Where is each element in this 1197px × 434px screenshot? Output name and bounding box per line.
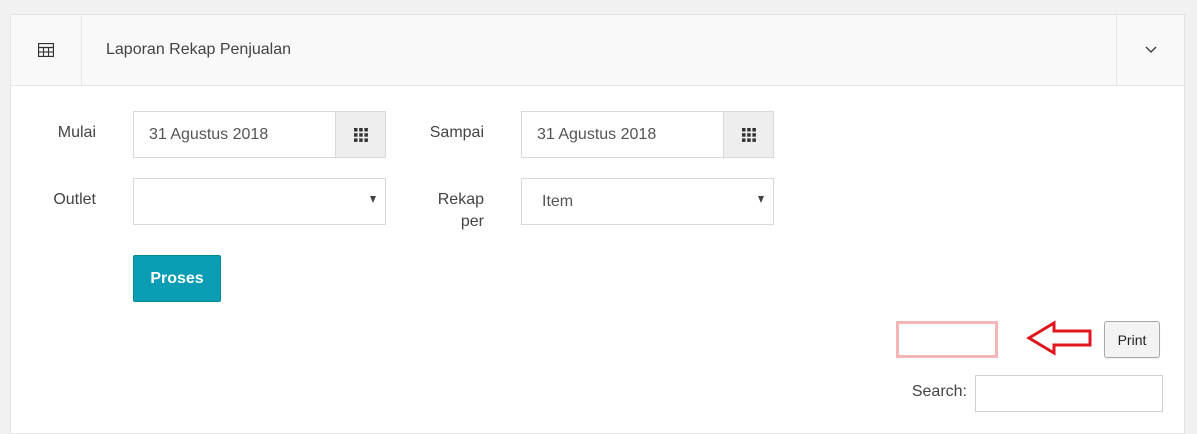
sampai-label: Sampai bbox=[429, 124, 484, 141]
proses-button[interactable]: Proses bbox=[133, 255, 221, 302]
search-input[interactable] bbox=[975, 375, 1163, 412]
table-icon bbox=[38, 43, 54, 57]
dropdown-caret-icon bbox=[758, 196, 764, 203]
highlight-box-annotation bbox=[896, 321, 998, 358]
outlet-select[interactable] bbox=[133, 178, 386, 225]
search-label: Search: bbox=[911, 383, 967, 400]
rekap-per-label-line2: per bbox=[460, 213, 484, 230]
panel-title: Laporan Rekap Penjualan bbox=[106, 41, 292, 58]
left-arrow-icon bbox=[1026, 320, 1092, 356]
mulai-calendar-button[interactable] bbox=[335, 112, 385, 157]
calendar-grid-icon[interactable] bbox=[353, 127, 368, 142]
mulai-label: Mulai bbox=[57, 124, 96, 141]
mulai-date-input[interactable]: 31 Agustus 2018 bbox=[134, 112, 335, 157]
sampai-calendar-button[interactable] bbox=[723, 112, 773, 157]
rekap-per-label: Rekap per bbox=[414, 189, 484, 233]
outlet-label: Outlet bbox=[53, 191, 96, 208]
panel-header: Laporan Rekap Penjualan bbox=[11, 15, 1184, 86]
sampai-date-group[interactable]: 31 Agustus 2018 bbox=[521, 111, 774, 158]
dropdown-caret-icon bbox=[370, 196, 376, 203]
sampai-date-input[interactable]: 31 Agustus 2018 bbox=[522, 112, 723, 157]
collapse-toggle[interactable] bbox=[1116, 15, 1184, 85]
print-button[interactable]: Print bbox=[1104, 321, 1160, 358]
rekap-per-select[interactable]: Item bbox=[521, 178, 774, 225]
calendar-grid-icon[interactable] bbox=[741, 127, 756, 142]
report-panel: Laporan Rekap Penjualan Mulai 31 Agustus… bbox=[10, 14, 1185, 434]
chevron-down-icon[interactable] bbox=[1144, 46, 1157, 54]
mulai-date-group[interactable]: 31 Agustus 2018 bbox=[133, 111, 386, 158]
rekap-per-label-line1: Rekap bbox=[437, 191, 484, 208]
rekap-per-select-value: Item bbox=[542, 192, 574, 210]
header-icon-cell bbox=[11, 15, 82, 85]
